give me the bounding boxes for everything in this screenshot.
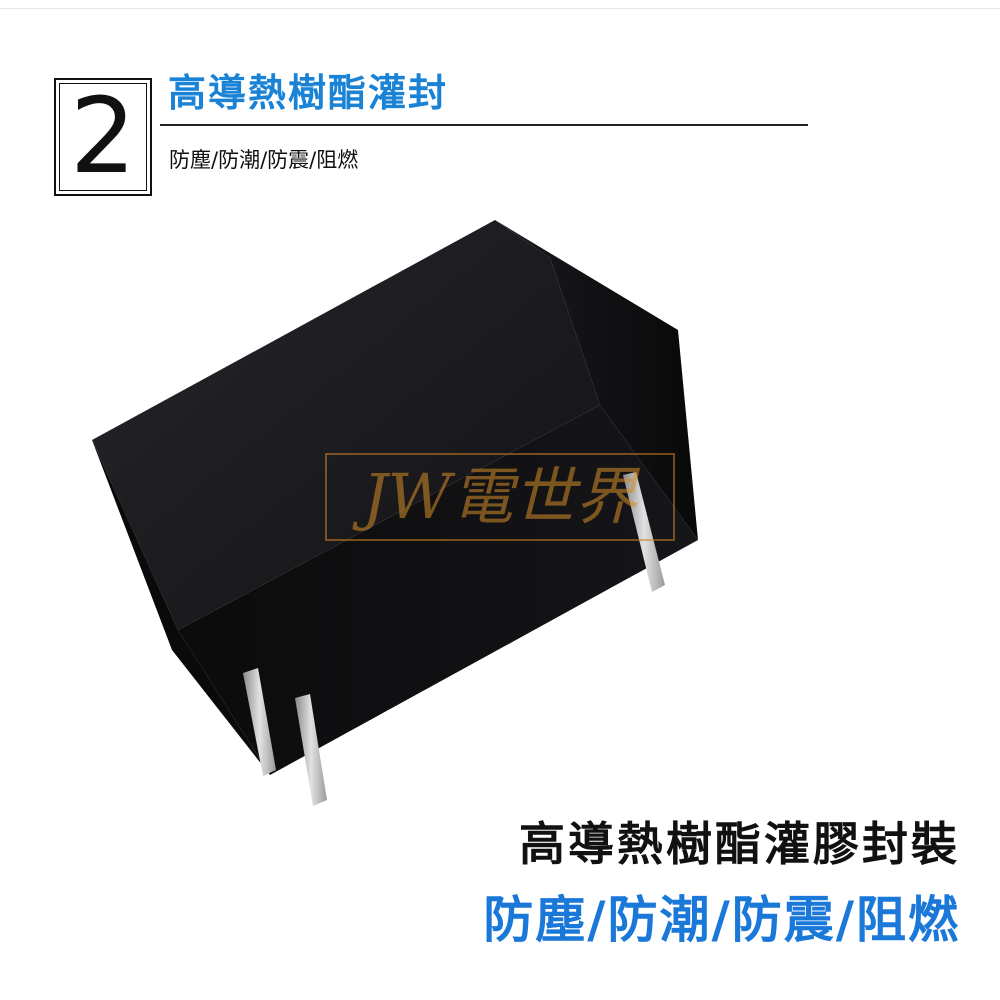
section-number: 2 [69, 75, 137, 197]
top-divider [0, 8, 1000, 9]
section-title-underline [160, 124, 808, 126]
section-number-box: 2 [54, 78, 152, 196]
section-title: 高導熱樹酯灌封 [168, 71, 449, 115]
section-subtitle: 防塵/防潮/防震/阻燃 [169, 148, 359, 172]
watermark-logo: JW電世界 [325, 453, 675, 541]
caption-features: 防塵/防潮/防震/阻燃 [483, 891, 960, 949]
caption-main: 高導熱樹酯灌膠封裝 [519, 817, 960, 871]
